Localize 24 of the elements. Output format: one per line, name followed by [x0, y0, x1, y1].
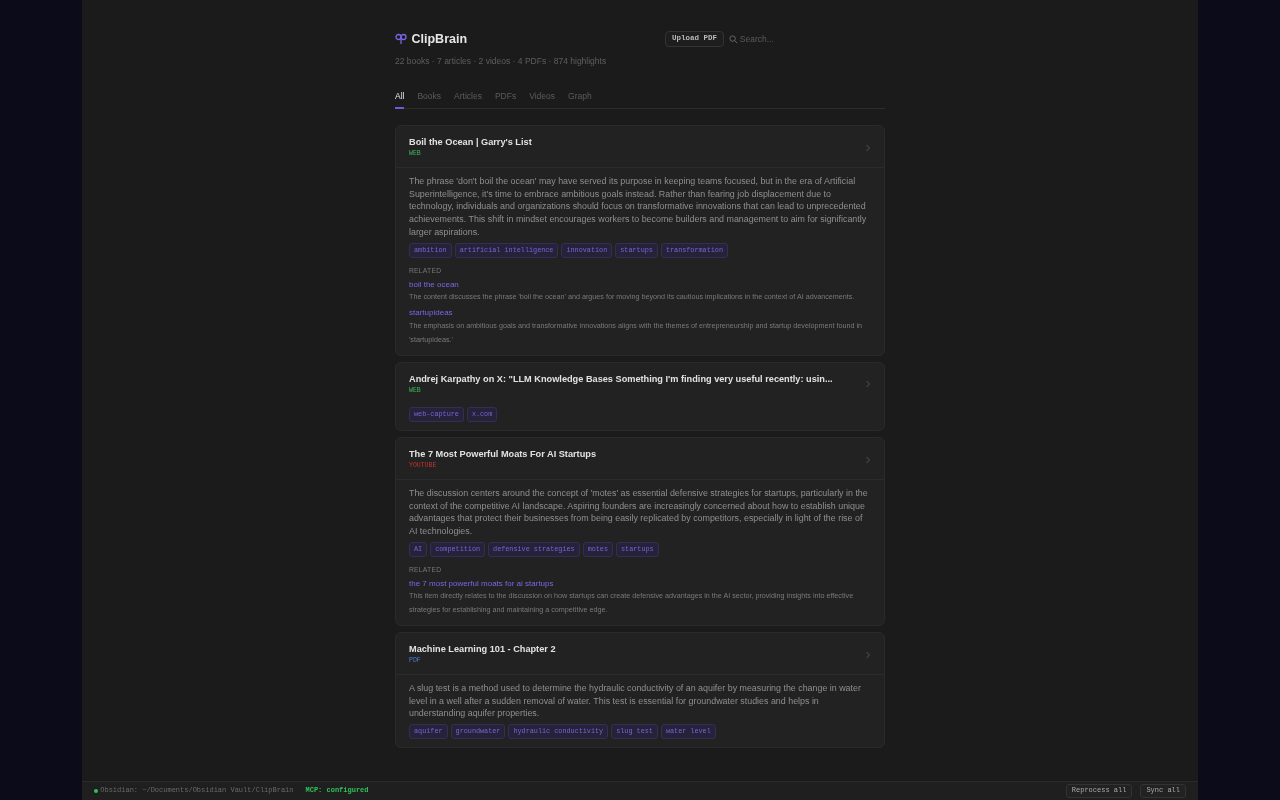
item-title: Andrej Karpathy on X: "LLM Knowledge Bases Something I'm finding very useful recently: usin...	[409, 373, 834, 385]
related-link[interactable]: startupideas	[409, 308, 453, 319]
chevron-right-icon[interactable]	[865, 455, 871, 464]
item-card[interactable]	[395, 437, 885, 627]
chevron-right-icon[interactable]	[865, 143, 871, 152]
tab[interactable]: Articles	[454, 91, 482, 110]
summary-text: A slug test is a method used to determine the hydraulic conductivity of an aquifer by measuring the change in water level in a well after a sudden removal of water. This test is essential for groundwater studies and helps in understanding aquifer properties.	[409, 681, 862, 721]
item-title: The 7 Most Powerful Moats For AI Startups	[409, 449, 597, 461]
tab[interactable]: Books	[417, 91, 442, 110]
item-title: Machine Learning 101 - Chapter 2	[409, 644, 557, 656]
summary-text: The discussion centers around the concept of 'motes' as essential defensive strategies for startups, particularly in the context of the competitive AI landscape. Aspiring founders are increasingly concerned about how to establish unique advantages that protect their businesses from being easily replicated by competitors, especially in light of the rise of AI technologies.	[409, 486, 869, 538]
item-card[interactable]	[395, 125, 885, 356]
item-card[interactable]	[395, 632, 885, 749]
related-link[interactable]: boil the ocean	[409, 279, 459, 290]
logo-icon	[395, 33, 407, 46]
app-title: ClipBrain	[411, 31, 468, 48]
search-icon	[728, 34, 738, 44]
summary-text: The phrase 'don't boil the ocean' may have served its purpose in keeping teams focused, but in the era of Artificial Superintelligence, it's time to embrace ambitious goals instead. Rather than fearing job displacement due to technology, individuals and organizations should focus on transformative innovations that can lead to unprecedented achievements. This shift in mindset encourages workers to become builders and management to aim for significantly larger aspirations.	[409, 174, 868, 239]
item-title: Boil the Ocean | Garry's List	[409, 137, 533, 149]
tab[interactable]: All	[395, 91, 405, 110]
tab[interactable]: PDFs	[494, 91, 517, 110]
chevron-right-icon[interactable]	[865, 380, 871, 389]
related-link[interactable]: the 7 most powerful moats for ai startups	[409, 578, 554, 589]
chevron-right-icon[interactable]	[865, 650, 871, 659]
